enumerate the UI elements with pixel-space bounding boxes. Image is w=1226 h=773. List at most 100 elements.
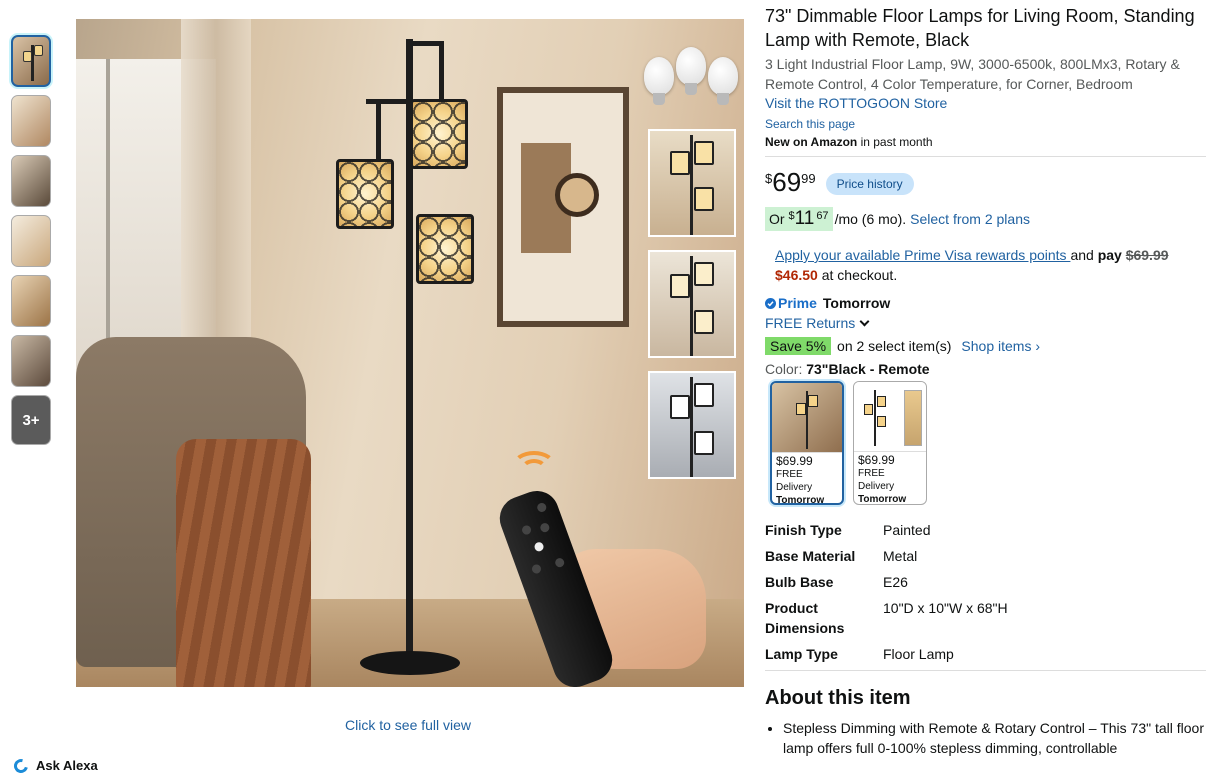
ask-alexa-label: Ask Alexa [36,758,98,773]
new-on-amazon: New on Amazon in past month [765,135,1206,149]
color-option-remote[interactable]: $69.99 FREE Delivery Tomorrow [770,381,844,505]
spec-key: Finish Type [765,522,842,538]
wireless-signal-icon [512,451,562,481]
prime-logo: Prime [765,295,817,311]
inset-warm-light [648,129,736,237]
search-page-link[interactable]: Search this page [765,117,1206,131]
divider [765,156,1206,157]
prime-check-icon [765,297,776,309]
delivery-date: Tomorrow [822,295,891,311]
spec-table: Finish Type Painted Base Material Metal … [765,520,1206,664]
prime-label: Prime [778,295,817,311]
swatch-delivery: FREE Delivery [858,468,895,492]
savings-offer: Save 5% on 2 select item(s) Shop items › [765,337,1206,355]
color-swatches: $69.99 FREE Delivery Tomorrow $69.99 FRE… [770,381,1206,505]
swatch-price: $69.99 [858,453,895,467]
spec-value: Painted [883,522,931,538]
savings-text: on 2 select item(s) [837,338,952,354]
about-heading: About this item [765,687,911,709]
spec-row: Finish Type Painted [765,520,1206,540]
swatch-price: $69.99 [776,454,813,468]
thumbnail-strip: 3+ [11,35,52,453]
price-history-button[interactable]: Price history [825,173,914,195]
spec-key: Product Dimensions [765,600,845,636]
prime-visa-checkout: at checkout. [817,267,898,283]
color-selector: Color: 73"Black - Remote [765,361,1206,377]
prime-visa-offer: Apply your available Prime Visa rewards … [775,245,1206,285]
product-title: 73" Dimmable Floor Lamps for Living Room… [765,6,1195,50]
swatch-when: Tomorrow [776,495,825,505]
swatch-delivery: FREE Delivery [776,469,813,493]
lamp-arm-graphic [366,99,410,104]
price-whole: 69 [772,167,802,197]
divider [765,670,1206,671]
thumbnail-more-label: 3+ [22,411,40,429]
thumbnail-more[interactable]: 3+ [11,395,51,445]
lamp-base-graphic [360,651,460,675]
inset-cool-light [648,371,736,479]
spec-value: Floor Lamp [883,646,954,662]
thumbnail-2[interactable] [11,95,51,147]
swatch-image [854,382,926,452]
lamp-shade-graphic [410,99,468,169]
prime-visa-link[interactable]: Apply your available Prime Visa rewards … [775,247,1070,263]
about-bullet: Stepless Dimming with Remote & Rotary Co… [783,718,1206,758]
free-returns-dropdown[interactable]: FREE Returns [765,315,1206,331]
monthly-prefix: Or [769,211,789,227]
full-view-link[interactable]: Click to see full view [345,717,471,733]
swatch-info: $69.99 FREE Delivery Tomorrow [854,452,926,505]
price-symbol: $ [765,171,773,186]
alexa-icon [11,755,31,773]
monthly-payment: Or $ 11 67 /mo (6 mo). Select from 2 pla… [765,207,1206,231]
thumbnail-3[interactable] [11,155,51,207]
free-returns-label: FREE Returns [765,315,856,331]
color-label: Color: [765,361,807,377]
thumbnail-6[interactable] [11,335,51,387]
spec-row: Lamp Type Floor Lamp [765,644,1206,664]
select-plans-link[interactable]: Select from 2 plans [910,211,1030,227]
lamp-arm-graphic [406,41,442,46]
lamp-shade-graphic [416,214,474,284]
thumbnail-shade-graphic [34,45,43,56]
swatch-when: Tomorrow [858,494,907,505]
new-on-amazon-label: New on Amazon [765,135,858,149]
thumbnail-1[interactable] [11,35,51,87]
price-fraction: 99 [801,171,816,186]
store-link[interactable]: Visit the ROTTOGOON Store [765,95,1206,111]
spec-key: Base Material [765,548,856,564]
thumbnail-4[interactable] [11,215,51,267]
prime-visa-pay: pay [1097,247,1122,263]
product-details: 73" Dimmable Floor Lamps for Living Room… [765,4,1206,758]
thumbnail-5[interactable] [11,275,51,327]
save-badge: Save 5% [765,337,832,355]
spec-row: Bulb Base E26 [765,572,1206,592]
prime-visa-old-price: $69.99 [1125,247,1169,263]
main-product-image[interactable] [76,19,744,687]
swatch-info: $69.99 FREE Delivery Tomorrow [772,453,842,505]
wall-art-graphic [497,87,629,327]
monthly-whole: 11 [794,208,815,229]
monthly-suffix: /mo (6 mo). [834,211,907,227]
prime-visa-and: and [1070,247,1098,263]
price: $ 69 99 Price history [765,167,1206,197]
blanket-graphic [176,439,311,687]
prime-visa-new-price: $46.50 [775,267,818,283]
monthly-highlight: Or $ 11 67 [765,207,833,231]
chevron-down-icon [859,316,870,327]
spec-row: Base Material Metal [765,546,1206,566]
color-value: 73"Black - Remote [806,361,930,377]
lamp-arm-graphic [376,99,381,159]
bulbs-graphic [644,43,739,113]
spec-value: Metal [883,548,918,564]
spec-value: 10"D x 10"W x 68"H [883,600,1008,616]
color-option-2[interactable]: $69.99 FREE Delivery Tomorrow [853,381,927,505]
new-on-amazon-rest: in past month [857,135,933,149]
shop-items-link[interactable]: Shop items › [961,338,1040,354]
monthly-fraction: 67 [816,210,829,222]
product-subtitle: 3 Light Industrial Floor Lamp, 9W, 3000-… [765,56,1180,92]
lamp-arm-graphic [439,41,444,101]
lamp-shade-graphic [336,159,394,229]
spec-key: Lamp Type [765,646,838,662]
spec-value: E26 [883,574,908,590]
ask-alexa[interactable]: Ask Alexa [11,755,98,773]
